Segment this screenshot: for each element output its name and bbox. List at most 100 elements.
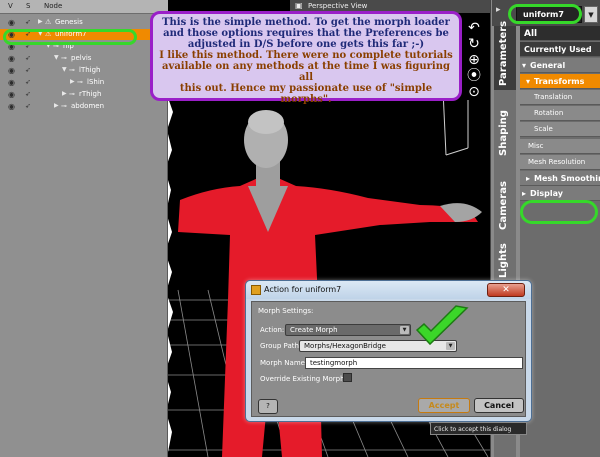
node-label: lShin <box>87 78 105 86</box>
note-line: and those options requires that the Pref… <box>163 28 449 39</box>
param-group-label: Scale <box>534 125 553 133</box>
morph-settings-label: Morph Settings: <box>258 307 314 315</box>
chevron-right-icon: ▸ <box>522 189 527 198</box>
tab-cameras-label: Cameras <box>498 181 509 230</box>
node-label: Genesis <box>55 18 83 26</box>
param-group-mesh-resolution[interactable]: Mesh Resolution <box>520 155 600 170</box>
select-arrow-icon[interactable]: ➶ <box>25 102 31 110</box>
eye-icon[interactable]: ◉ <box>8 90 15 99</box>
param-group-misc[interactable]: Misc <box>520 139 600 154</box>
select-arrow-icon[interactable]: ➶ <box>25 90 31 98</box>
note-line: This is the simple method. To get the mo… <box>162 17 450 28</box>
select-arrow-icon[interactable]: ➶ <box>25 54 31 62</box>
scene-node-abdomen[interactable]: ◉ ➶ ▶ ⊸ abdomen <box>0 101 168 112</box>
tab-lights[interactable]: Lights <box>494 240 516 280</box>
cancel-button[interactable]: Cancel <box>474 398 524 413</box>
chevron-right-icon[interactable]: ▶ <box>54 102 59 109</box>
param-group-scale[interactable]: Scale <box>520 122 600 137</box>
chevron-right-icon: ▸ <box>526 174 531 183</box>
chevron-down-icon[interactable]: ▼ <box>62 66 67 73</box>
close-icon[interactable]: ✕ <box>487 283 525 297</box>
dolly-icon[interactable]: ⊙ <box>462 84 486 100</box>
tab-lights-label: Lights <box>498 243 509 278</box>
param-group-label: Mesh Resolution <box>528 158 586 166</box>
scene-node-lshin[interactable]: ◉ ➶ ▶ ⊸ lShin <box>0 77 168 88</box>
panel-menu-arrow-icon[interactable]: ▸ <box>496 5 501 15</box>
orbit-icon[interactable]: ↻ <box>462 36 486 52</box>
chevron-down-icon: ▼ <box>400 326 409 334</box>
tab-cameras[interactable]: Cameras <box>494 176 516 232</box>
select-arrow-icon[interactable]: ➶ <box>25 18 31 26</box>
app-icon <box>251 285 261 295</box>
action-select[interactable]: Create Morph ▼ <box>285 324 411 336</box>
eye-icon[interactable]: ◉ <box>8 54 15 63</box>
eye-icon[interactable]: ◉ <box>8 66 15 75</box>
note-line: this out. Hence my passionate use of "si… <box>179 83 433 105</box>
chevron-down-icon: ▾ <box>526 77 531 86</box>
scene-node-genesis[interactable]: ◉ ➶ ▶ ⚠ Genesis <box>0 17 168 28</box>
morph-name-label: Morph Name: <box>260 359 308 367</box>
node-label: lThigh <box>79 66 101 74</box>
action-label: Action: <box>260 326 285 334</box>
param-group-transforms[interactable]: ▾ Transforms <box>520 74 600 89</box>
node-column-header: Node <box>44 2 63 10</box>
node-label: rThigh <box>79 90 102 98</box>
dialog-title: Action for uniform7 <box>264 285 342 294</box>
tab-shaping[interactable]: Shaping <box>494 108 516 158</box>
chevron-right-icon[interactable]: ▶ <box>38 18 43 25</box>
action-value: Create Morph <box>290 326 338 334</box>
accept-button[interactable]: Accept <box>418 398 470 413</box>
chevron-down-icon[interactable]: ▼ <box>584 6 598 23</box>
param-group-label: Display <box>530 189 563 198</box>
eye-icon[interactable]: ◉ <box>8 78 15 87</box>
tab-shaping-label: Shaping <box>498 110 509 156</box>
eye-icon[interactable]: ◉ <box>8 102 15 111</box>
node-label: abdomen <box>71 102 105 110</box>
scene-node-lthigh[interactable]: ◉ ➶ ▼ ⊸ lThigh <box>0 65 168 76</box>
group-path-label: Group Path: <box>260 342 302 350</box>
help-button[interactable]: ? <box>258 399 278 414</box>
chevron-down-icon[interactable]: ▼ <box>54 54 59 61</box>
morph-name-input[interactable]: testingmorph <box>305 357 523 369</box>
scene-node-rthigh[interactable]: ◉ ➶ ▶ ⊸ rThigh <box>0 89 168 100</box>
chevron-right-icon[interactable]: ▶ <box>70 78 75 85</box>
chevron-right-icon[interactable]: ▶ <box>62 90 67 97</box>
zoom-icon[interactable]: ⦿ <box>462 68 486 84</box>
group-path-value: Morphs/HexagonBridge <box>304 342 386 350</box>
viewport-title: Perspective View <box>308 2 368 10</box>
param-group-all[interactable]: All <box>520 26 600 41</box>
viewport-nav-controls: ↶ ↻ ⊕ ⦿ ⊙ <box>462 20 486 110</box>
param-group-currently-used[interactable]: Currently Used <box>520 42 600 57</box>
param-group-display[interactable]: ▸ Display <box>520 186 600 201</box>
param-group-mesh-smoothing[interactable]: ▸Mesh Smoothing <box>520 171 600 186</box>
eye-icon[interactable]: ◉ <box>8 18 15 27</box>
bone-icon: ⊸ <box>77 78 83 86</box>
note-line: I like this method. There were no comple… <box>159 50 453 61</box>
param-group-translation[interactable]: Translation <box>520 90 600 105</box>
bone-icon: ⊸ <box>61 54 67 62</box>
override-checkbox[interactable] <box>343 373 352 382</box>
param-group-label: Mesh Smoothing <box>534 174 600 183</box>
select-arrow-icon[interactable]: ➶ <box>25 78 31 86</box>
rotate-icon[interactable]: ↶ <box>462 20 486 36</box>
annotation-note: This is the simple method. To get the mo… <box>150 11 462 105</box>
selectable-column-header: S <box>26 2 31 10</box>
note-line: adjusted in D/S before one gets this far… <box>187 39 425 50</box>
node-label: pelvis <box>71 54 92 62</box>
camera-icon[interactable]: ▣ <box>295 1 303 10</box>
annotation-oval-selector <box>508 4 582 24</box>
annotation-oval-uniform7 <box>3 29 137 45</box>
figure-icon: ⚠ <box>45 18 52 26</box>
tab-parameters-label: Parameters <box>498 20 509 86</box>
check-icon <box>415 305 469 346</box>
scene-node-pelvis[interactable]: ◉ ➶ ▼ ⊸ pelvis <box>0 53 168 64</box>
dialog-title-bar[interactable]: Action for uniform7 ✕ <box>246 281 531 299</box>
select-arrow-icon[interactable]: ➶ <box>25 66 31 74</box>
param-group-general[interactable]: ▾ General <box>520 58 600 73</box>
pan-icon[interactable]: ⊕ <box>462 52 486 68</box>
morph-name-value: testingmorph <box>310 359 358 367</box>
tab-parameters[interactable]: Parameters <box>494 21 516 90</box>
param-group-label: General <box>530 61 566 70</box>
param-group-rotation[interactable]: Rotation <box>520 106 600 121</box>
scene-header: V S Node <box>0 0 168 14</box>
